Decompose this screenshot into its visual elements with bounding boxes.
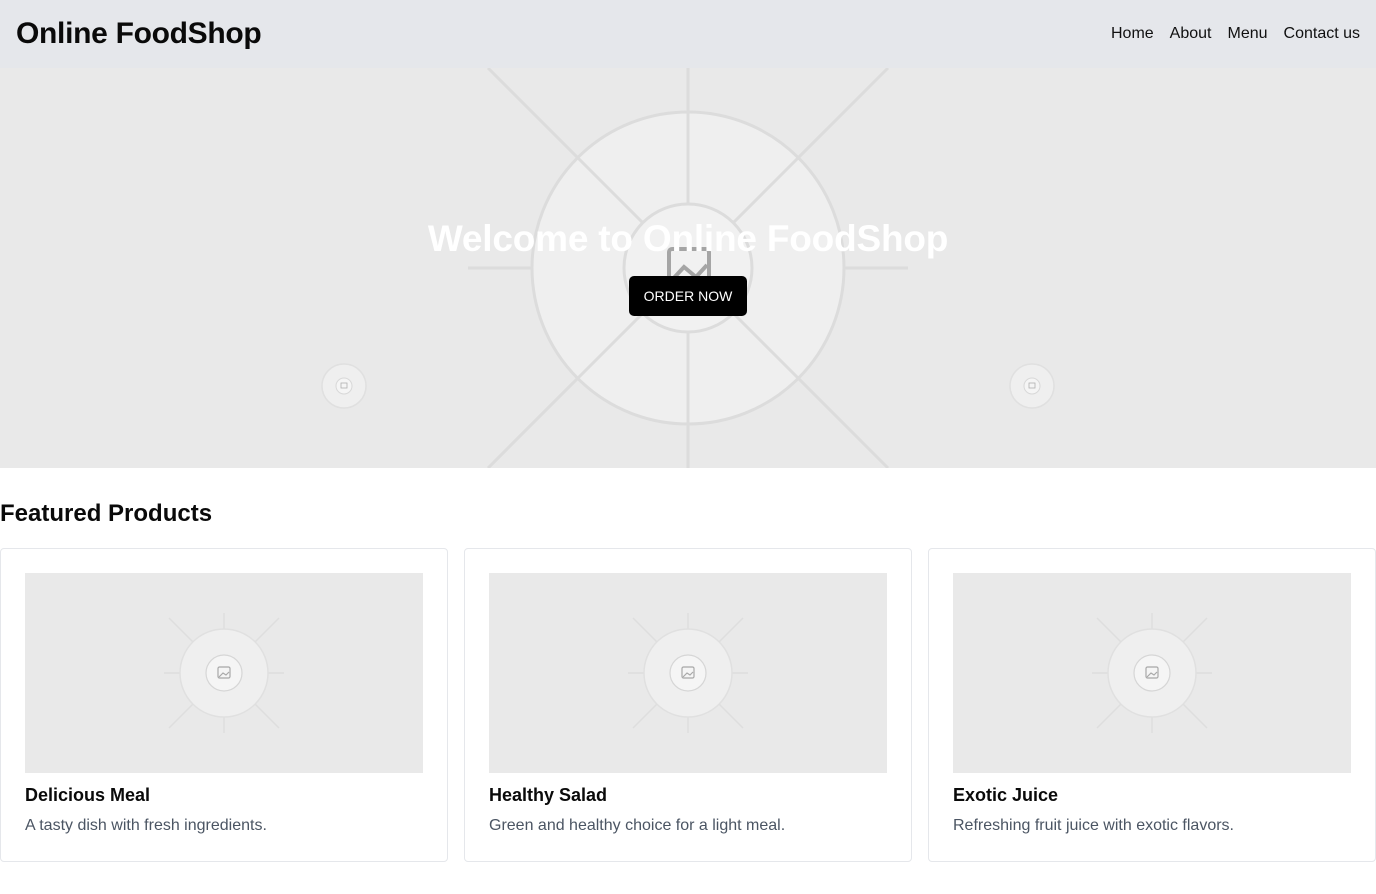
product-image xyxy=(489,573,887,773)
hero-title: Welcome to Online FoodShop xyxy=(427,218,949,259)
site-header: Online FoodShop Home About Menu Contact … xyxy=(0,0,1376,68)
main-nav: Home About Menu Contact us xyxy=(1095,25,1360,43)
product-description: A tasty dish with fresh ingredients. xyxy=(25,817,267,834)
small-placeholder-right xyxy=(1009,363,1055,409)
product-image xyxy=(953,573,1351,773)
nav-contact-link[interactable]: Contact us xyxy=(1284,25,1360,43)
nav-home-link[interactable]: Home xyxy=(1111,25,1154,43)
product-name: Exotic Juice xyxy=(953,785,1059,805)
hero-banner: Welcome to Online FoodShop ORDER NOW xyxy=(0,68,1376,468)
product-name: Healthy Salad xyxy=(489,785,608,805)
product-card[interactable]: Healthy Salad Green and healthy choice f… xyxy=(464,548,912,862)
product-description: Green and healthy choice for a light mea… xyxy=(489,817,786,834)
order-now-button[interactable]: ORDER NOW xyxy=(629,276,747,316)
product-card[interactable]: Delicious Meal A tasty dish with fresh i… xyxy=(0,548,448,862)
brand-logo[interactable]: Online FoodShop xyxy=(16,17,262,51)
small-placeholder-left xyxy=(321,363,367,409)
nav-about-link[interactable]: About xyxy=(1170,25,1212,43)
nav-menu-link[interactable]: Menu xyxy=(1227,25,1267,43)
product-name: Delicious Meal xyxy=(25,785,151,805)
featured-products-heading: Featured Products xyxy=(0,500,213,527)
product-description: Refreshing fruit juice with exotic flavo… xyxy=(953,817,1234,834)
product-card[interactable]: Exotic Juice Refreshing fruit juice with… xyxy=(928,548,1376,862)
hero-placeholder-image xyxy=(321,68,1055,468)
product-image xyxy=(25,573,423,773)
